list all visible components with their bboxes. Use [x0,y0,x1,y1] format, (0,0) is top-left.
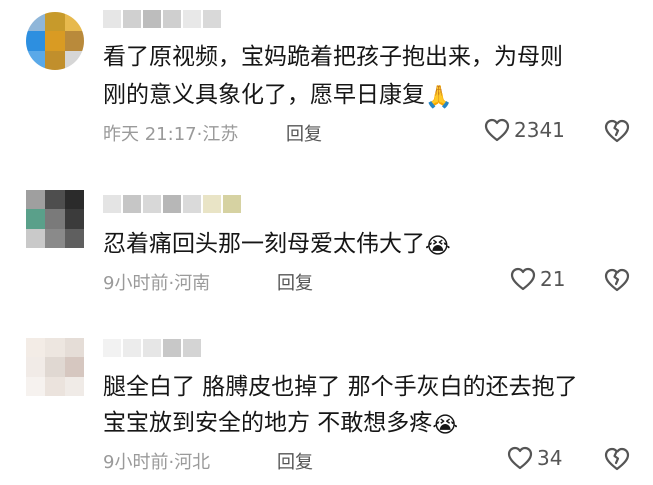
comment-text-line: 宝宝放到安全的地方 不敢想多疼😭 [103,404,458,445]
avatar[interactable] [26,12,84,70]
comment-text-line: 忍着痛回头那一刻母爱太伟大了😭 [103,225,451,266]
comment-meta: 9小时前·河南 [103,269,210,295]
broken-heart-outline-icon [604,447,630,471]
comment-text-line: 看了原视频，宝妈跪着把孩子抱出来，为母则 [103,44,563,70]
emoji-icon: 😭 [432,413,459,438]
broken-heart-outline-icon [604,268,630,292]
comment-meta: 昨天 21:17·江苏 [103,120,238,146]
comment-item-3: 腿全白了 胳膊皮也掉了 那个手灰白的还去抱了 宝宝放到安全的地方 不敢想多疼😭 … [0,330,653,485]
comment-item-1: 看了原视频，宝妈跪着把孩子抱出来，为母则 刚的意义具象化了，愿早日康复🙏 昨天 … [0,0,653,160]
comment-text: 宝宝放到安全的地方 不敢想多疼 [103,410,433,436]
comment-text-line: 刚的意义具象化了，愿早日康复🙏 [103,76,452,117]
comment-text: 刚的意义具象化了，愿早日康复 [103,82,425,108]
avatar[interactable] [26,190,84,248]
like-count: 34 [537,446,563,470]
comment-item-2: 忍着痛回头那一刻母爱太伟大了😭 9小时前·河南 回复 21 [0,185,653,305]
like-count: 21 [540,267,566,291]
reply-button[interactable]: 回复 [277,269,313,295]
broken-heart-outline-icon [604,119,630,143]
heart-outline-icon [484,118,510,142]
comment-location: 江苏 [202,124,239,145]
emoji-icon: 🙏 [425,85,453,110]
username-blurred[interactable] [103,339,201,357]
comment-time: 9小时前 [103,452,169,473]
username-blurred[interactable] [103,10,221,28]
comment-location: 河南 [174,273,211,294]
comment-text-line: 腿全白了 胳膊皮也掉了 那个手灰白的还去抱了 [103,374,578,400]
dislike-button[interactable] [603,446,631,472]
comment-time: 9小时前 [103,273,169,294]
reply-button[interactable]: 回复 [286,120,322,146]
dislike-button[interactable] [603,267,631,293]
reply-button[interactable]: 回复 [277,448,313,474]
comment-text: 忍着痛回头那一刻母爱太伟大了 [103,231,425,257]
username-blurred[interactable] [103,195,241,213]
dislike-button[interactable] [603,118,631,144]
comment-time: 昨天 21:17 [103,124,197,145]
heart-outline-icon [507,446,533,470]
comment-meta: 9小时前·河北 [103,448,210,474]
emoji-icon: 😭 [425,234,451,259]
comment-location: 河北 [174,452,211,473]
heart-outline-icon [510,267,536,291]
like-button[interactable]: 2341 [484,118,565,142]
like-button[interactable]: 21 [510,267,565,291]
like-button[interactable]: 34 [507,446,562,470]
like-count: 2341 [514,118,565,142]
avatar[interactable] [26,338,84,396]
